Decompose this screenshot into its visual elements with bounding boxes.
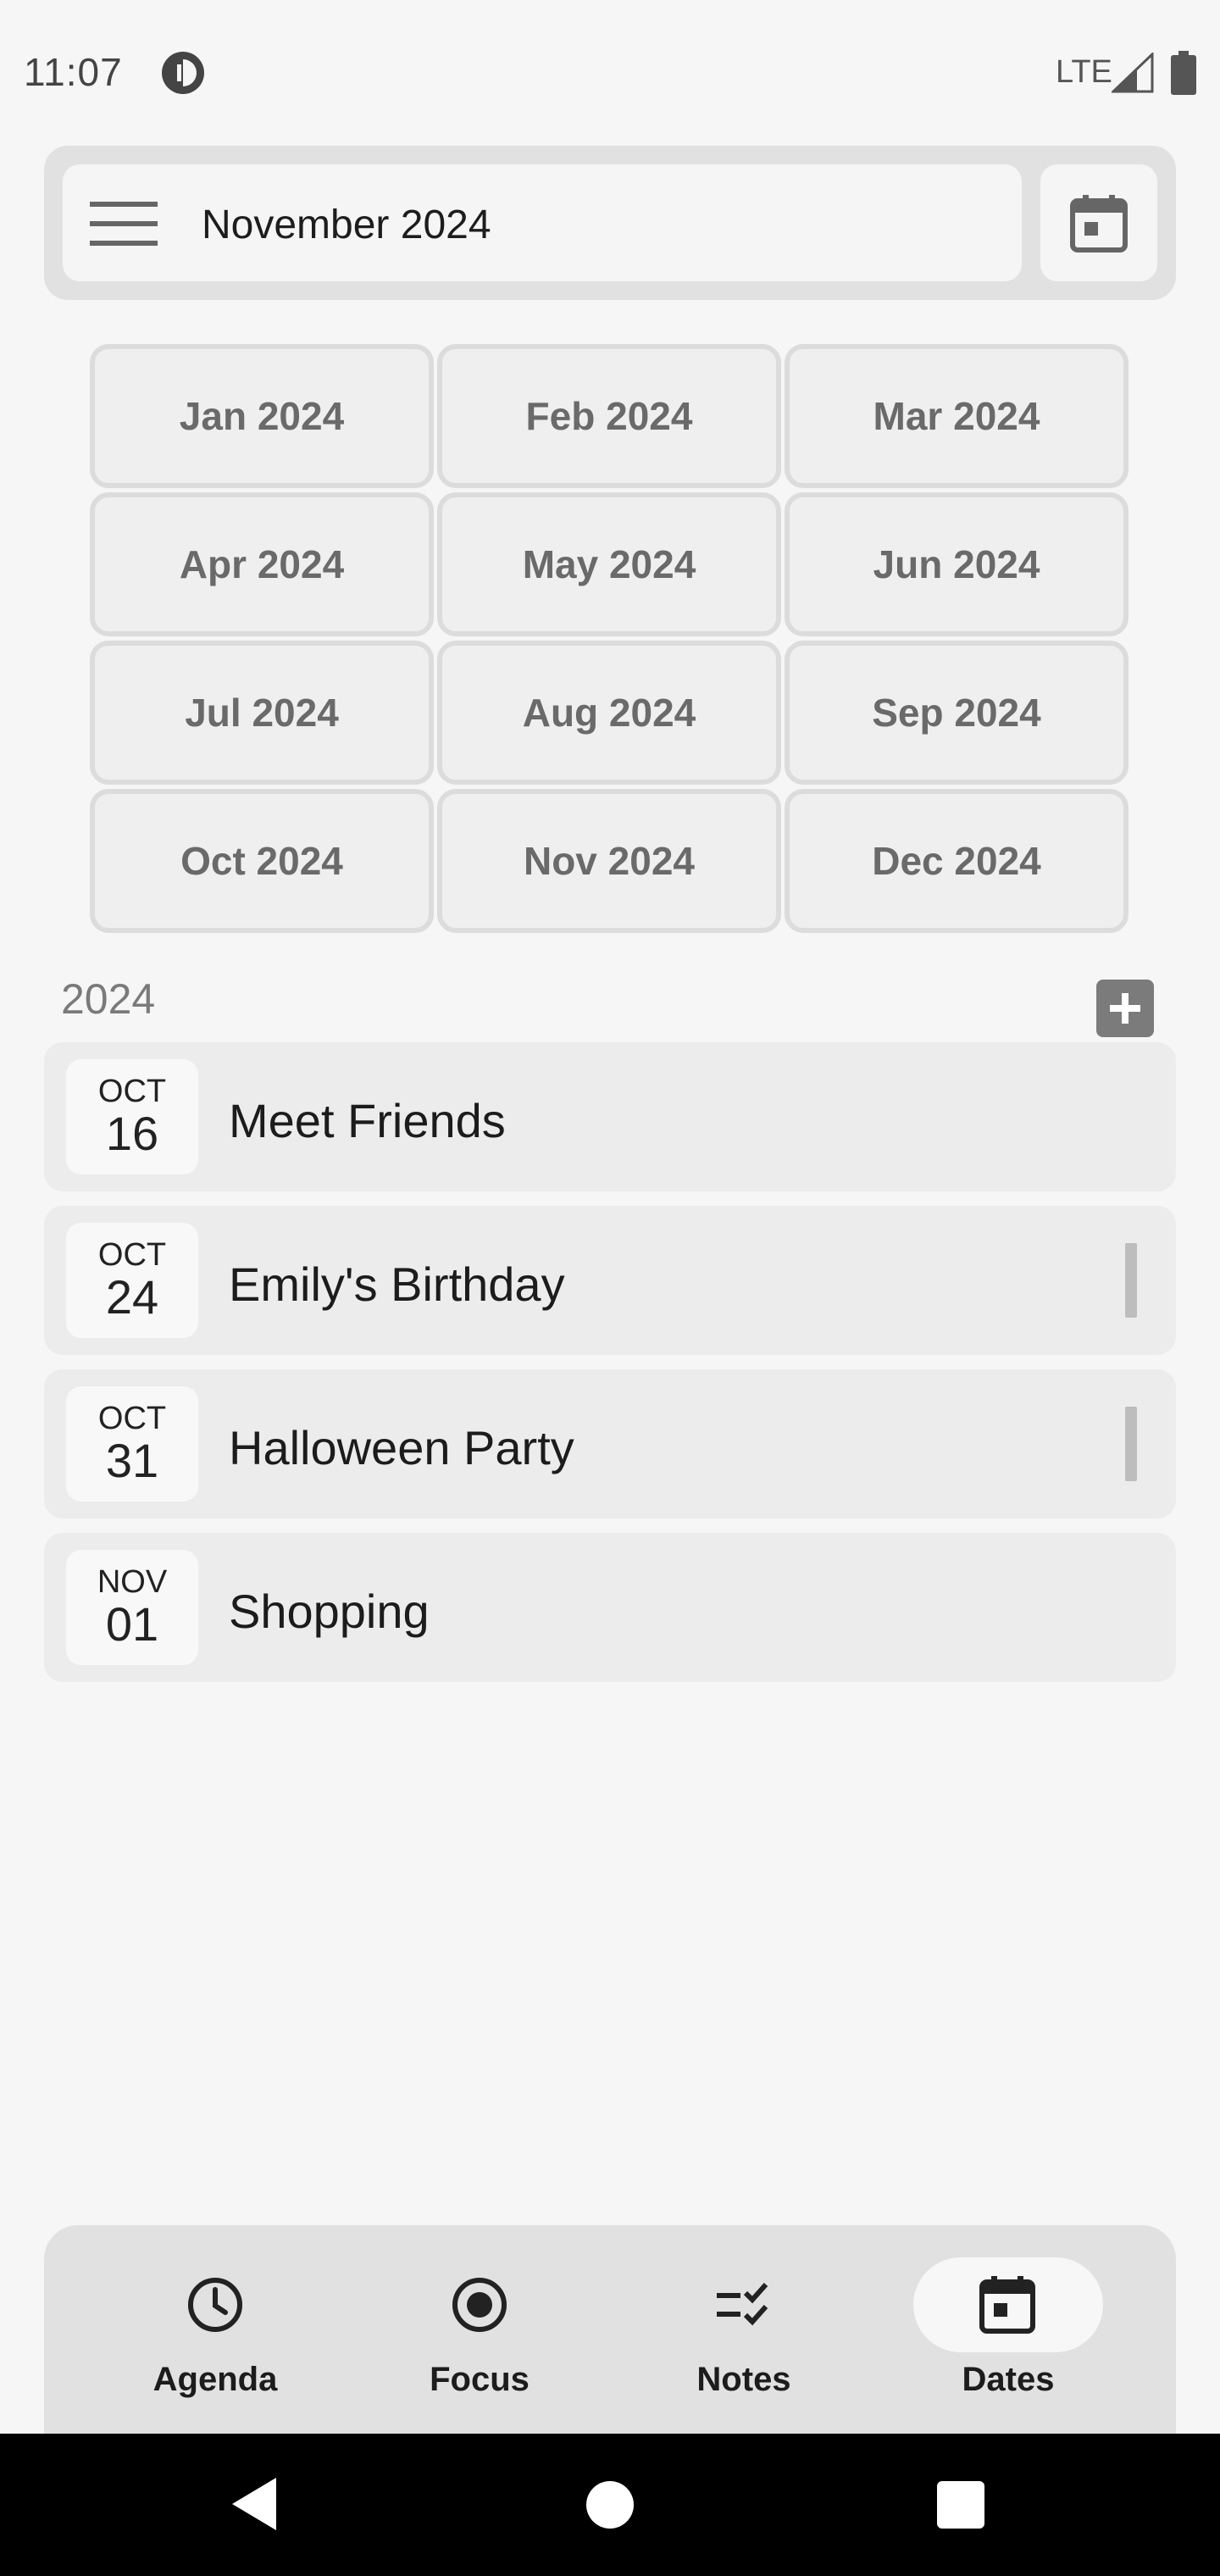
nav-label: Dates <box>962 2361 1055 2398</box>
month-header: November 2024 <box>44 146 1176 300</box>
month-button[interactable]: Aug 2024 <box>437 641 781 785</box>
drag-handle[interactable] <box>1125 1407 1137 1481</box>
nav-label: Agenda <box>152 2361 278 2398</box>
recents-icon[interactable] <box>937 2481 984 2529</box>
nav-label: Focus <box>430 2361 530 2398</box>
app-notification-icon <box>162 52 204 94</box>
month-button[interactable]: Sep 2024 <box>785 641 1128 785</box>
current-month-title: November 2024 <box>202 203 491 247</box>
event-card[interactable]: OCT 31 Halloween Party <box>44 1369 1176 1518</box>
nav-label: Notes <box>696 2361 791 2398</box>
month-button[interactable]: Dec 2024 <box>785 789 1128 933</box>
event-card[interactable]: OCT 16 Meet Friends <box>44 1042 1176 1191</box>
clock-icon <box>188 2278 242 2332</box>
status-time: 11:07 <box>24 50 123 94</box>
event-day: 24 <box>105 1270 159 1324</box>
screen: 11:07 LTE November 2024 Jan 2024 Feb 202… <box>0 0 1220 2576</box>
nav-dates[interactable]: Dates <box>876 2225 1140 2434</box>
nav-icon-container <box>385 2257 574 2352</box>
calendar-button[interactable] <box>1040 164 1157 281</box>
signal-icon <box>1112 53 1154 93</box>
month-button[interactable]: May 2024 <box>437 492 781 636</box>
event-date-badge: NOV 01 <box>66 1550 198 1665</box>
event-title: Shopping <box>229 1585 430 1638</box>
nav-focus[interactable]: Focus <box>347 2225 612 2434</box>
year-label: 2024 <box>61 975 156 1023</box>
hamburger-menu-icon[interactable] <box>88 200 159 247</box>
nav-agenda[interactable]: Agenda <box>83 2225 347 2434</box>
event-card[interactable]: OCT 24 Emily's Birthday <box>44 1206 1176 1355</box>
event-date-badge: OCT 31 <box>66 1386 198 1502</box>
event-title: Halloween Party <box>229 1421 574 1474</box>
event-title: Meet Friends <box>229 1094 506 1147</box>
month-button[interactable]: Jun 2024 <box>785 492 1128 636</box>
calendar-icon <box>1070 195 1128 253</box>
nav-icon-container <box>913 2257 1103 2352</box>
event-card[interactable]: NOV 01 Shopping <box>44 1533 1176 1682</box>
month-button[interactable]: Jul 2024 <box>90 641 434 785</box>
nav-icon-container <box>120 2257 310 2352</box>
month-button[interactable]: Apr 2024 <box>90 492 434 636</box>
calendar-icon <box>979 2276 1035 2334</box>
network-type: LTE <box>1056 54 1112 90</box>
drag-handle[interactable] <box>1125 1243 1137 1318</box>
nav-notes[interactable]: Notes <box>612 2225 876 2434</box>
event-date-badge: OCT 16 <box>66 1059 198 1174</box>
month-button[interactable]: Mar 2024 <box>785 344 1128 488</box>
month-selector[interactable]: November 2024 <box>63 164 1022 281</box>
event-day: 16 <box>105 1107 159 1160</box>
add-event-button[interactable] <box>1096 980 1154 1037</box>
month-button[interactable]: Oct 2024 <box>90 789 434 933</box>
event-month: NOV <box>97 1564 168 1600</box>
event-day: 01 <box>105 1597 159 1651</box>
system-navigation-bar <box>0 2434 1220 2576</box>
home-icon[interactable] <box>586 2481 634 2529</box>
event-month: OCT <box>97 1237 167 1273</box>
back-icon[interactable] <box>229 2474 280 2534</box>
event-month: OCT <box>97 1401 167 1436</box>
checklist-icon <box>717 2283 768 2326</box>
event-month: OCT <box>97 1074 167 1109</box>
status-bar: 11:07 LTE <box>0 0 1220 144</box>
month-button[interactable]: Jan 2024 <box>90 344 434 488</box>
month-button[interactable]: Feb 2024 <box>437 344 781 488</box>
event-date-badge: OCT 24 <box>66 1223 198 1338</box>
battery-icon <box>1171 51 1196 95</box>
bottom-navigation: Agenda Focus Notes Dates <box>44 2225 1176 2434</box>
event-title: Emily's Birthday <box>229 1257 565 1311</box>
event-day: 31 <box>105 1434 159 1487</box>
month-button[interactable]: Nov 2024 <box>437 789 781 933</box>
focus-target-icon <box>452 2278 507 2332</box>
nav-icon-container <box>649 2257 839 2352</box>
